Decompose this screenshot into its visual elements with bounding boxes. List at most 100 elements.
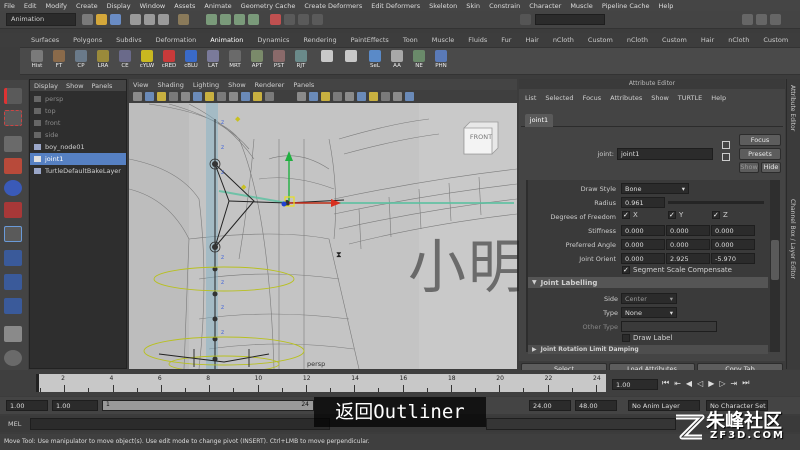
viewport-tool-12-icon[interactable] <box>297 92 306 101</box>
menu-character[interactable]: Character <box>529 2 561 10</box>
joint-orient-y-field[interactable]: 2.925 <box>666 253 710 264</box>
go-to-end-icon[interactable]: ⏭ <box>742 378 749 388</box>
outliner-item-boy-node01[interactable]: boy_node01 <box>30 141 126 153</box>
single-layout-icon[interactable] <box>4 226 22 242</box>
rotation-limit-damping-header[interactable]: ▶ Joint Rotation Limit Damping <box>528 345 768 354</box>
dof-x-checkbox[interactable]: ✓ X <box>622 211 638 219</box>
outliner-item-turtledefaultbakelayer[interactable]: TurtleDefaultBakeLayer <box>30 165 126 177</box>
lasso-tool-icon[interactable] <box>4 110 22 126</box>
side-dropdown[interactable]: Center ▾ <box>621 293 677 304</box>
time-slider[interactable]: 2 4 6 8 10 12 14 16 18 20 22 24 <box>36 374 606 392</box>
stiffness-z-field[interactable]: 0.000 <box>711 225 755 236</box>
select-tool-icon[interactable] <box>4 88 22 104</box>
select-hierarchy-icon[interactable] <box>130 14 141 25</box>
viewport-tool-14-icon[interactable] <box>321 92 330 101</box>
shelf-button-cp[interactable]: CP <box>72 50 90 69</box>
shelf-button-phn[interactable]: PHN <box>432 50 450 69</box>
viewport-tool-15-icon[interactable] <box>333 92 342 101</box>
shelf-tab-hair[interactable]: Hair <box>694 36 721 44</box>
step-back-frame-icon[interactable]: ◀ <box>686 379 692 388</box>
quick-input-field[interactable] <box>535 14 605 25</box>
shelf-button-aa[interactable]: AA <box>388 50 406 69</box>
viewport-menu-view[interactable]: View <box>133 81 148 89</box>
viewport-menu-shading[interactable]: Shading <box>157 81 183 89</box>
playback-start-field[interactable]: 1.00 <box>52 400 98 411</box>
menu-create[interactable]: Create <box>76 2 98 10</box>
select-component-icon[interactable] <box>158 14 169 25</box>
radius-slider[interactable] <box>668 201 764 204</box>
segment-scale-checkbox[interactable]: ✓ Segment Scale Compensate <box>622 266 732 274</box>
viewport-tool-13-icon[interactable] <box>309 92 318 101</box>
ae-menu-list[interactable]: List <box>525 94 536 102</box>
viewport-tool-7-icon[interactable] <box>217 92 226 101</box>
joint-labelling-header[interactable]: ▼ Joint Labelling <box>528 277 768 288</box>
ae-menu-focus[interactable]: Focus <box>583 94 602 102</box>
focus-button[interactable]: Focus <box>739 134 781 146</box>
render-icon[interactable] <box>284 14 295 25</box>
menu-pipeline-cache[interactable]: Pipeline Cache <box>602 2 650 10</box>
viewport-tool-9-icon[interactable] <box>241 92 250 101</box>
end-time-field[interactable]: 48.00 <box>575 400 617 411</box>
outliner-item-persp[interactable]: persp <box>30 93 126 105</box>
range-slider[interactable]: 1 24 <box>102 400 314 411</box>
menu-help[interactable]: Help <box>659 2 674 10</box>
snap-grid-icon[interactable] <box>206 14 217 25</box>
play-forwards-icon[interactable]: ▶ <box>708 379 714 388</box>
draw-style-dropdown[interactable]: Bone ▾ <box>621 183 689 194</box>
outliner-menu-display[interactable]: Display <box>34 82 58 90</box>
outliner-menu-show[interactable]: Show <box>66 82 84 90</box>
other-type-field[interactable] <box>621 321 717 332</box>
ae-menu-attributes[interactable]: Attributes <box>610 94 642 102</box>
presets-button[interactable]: Presets <box>739 148 781 160</box>
rotate-tool-icon[interactable] <box>4 180 22 196</box>
viewport-tool-16-icon[interactable] <box>345 92 354 101</box>
menu-skin[interactable]: Skin <box>466 2 480 10</box>
hypershade-layout-icon[interactable] <box>4 350 22 366</box>
shelf-tab-custom[interactable]: Custom <box>581 36 620 44</box>
construction-history-icon[interactable] <box>270 14 281 25</box>
shelf-button-rjt[interactable]: RJT <box>292 50 310 69</box>
viewport-tool-21-icon[interactable] <box>405 92 414 101</box>
shelf-tab-subdivs[interactable]: Subdivs <box>109 36 149 44</box>
shelf-button-cblu[interactable]: cBLU <box>182 50 200 69</box>
shelf-button-mrt[interactable]: MRT <box>226 50 244 69</box>
viewport-menu-show[interactable]: Show <box>228 81 246 89</box>
dof-y-checkbox[interactable]: ✓ Y <box>668 211 683 219</box>
viewport-tool-11-icon[interactable] <box>265 92 274 101</box>
viewport-tool-19-icon[interactable] <box>381 92 390 101</box>
shelf-button-sel[interactable]: SeL <box>366 50 384 69</box>
node-name-field[interactable]: joint1 <box>617 148 713 160</box>
shelf-tab-painteffects[interactable]: PaintEffects <box>344 36 396 44</box>
outliner-menu-panels[interactable]: Panels <box>92 82 113 90</box>
preferred-angle-y-field[interactable]: 0.000 <box>666 239 710 250</box>
show-channel-box-icon[interactable] <box>770 14 781 25</box>
shelf-tab-muscle[interactable]: Muscle <box>425 36 462 44</box>
shelf-tab-fur[interactable]: Fur <box>494 36 518 44</box>
outliner-item-front[interactable]: front <box>30 117 126 129</box>
radius-field[interactable]: 0.961 <box>621 197 665 208</box>
input-field-toggle-icon[interactable] <box>520 14 531 25</box>
shelf-button-cred[interactable]: cRED <box>160 50 178 69</box>
select-object-icon[interactable] <box>144 14 155 25</box>
viewport-menu-renderer[interactable]: Renderer <box>255 81 285 89</box>
tab-channel-box[interactable]: Channel Box / Layer Editor <box>789 199 796 279</box>
persp-outliner-layout-icon[interactable] <box>4 274 22 290</box>
shelf-button-lat[interactable]: LAT <box>204 50 222 69</box>
shelf-button-tool-14[interactable] <box>342 50 360 63</box>
shelf-tab-fluids[interactable]: Fluids <box>461 36 494 44</box>
preferred-angle-z-field[interactable]: 0.000 <box>711 239 755 250</box>
scrollbar-thumb[interactable] <box>771 240 779 280</box>
start-time-field[interactable]: 1.00 <box>6 400 48 411</box>
stiffness-x-field[interactable]: 0.000 <box>621 225 665 236</box>
viewport-tool-5-icon[interactable] <box>193 92 202 101</box>
shelf-button-cylw[interactable]: cYLW <box>138 50 156 69</box>
viewport-tool-0-icon[interactable] <box>133 92 142 101</box>
viewport-tool-1-icon[interactable] <box>145 92 154 101</box>
step-forward-key-icon[interactable]: ⇥ <box>731 379 738 388</box>
ae-menu-turtle[interactable]: TURTLE <box>678 94 702 102</box>
menu-set-dropdown[interactable]: Animation <box>6 13 76 26</box>
shelf-button-ce[interactable]: CE <box>116 50 134 69</box>
viewport-tool-2-icon[interactable] <box>157 92 166 101</box>
open-scene-icon[interactable] <box>96 14 107 25</box>
dof-z-checkbox[interactable]: ✓ Z <box>712 211 728 219</box>
